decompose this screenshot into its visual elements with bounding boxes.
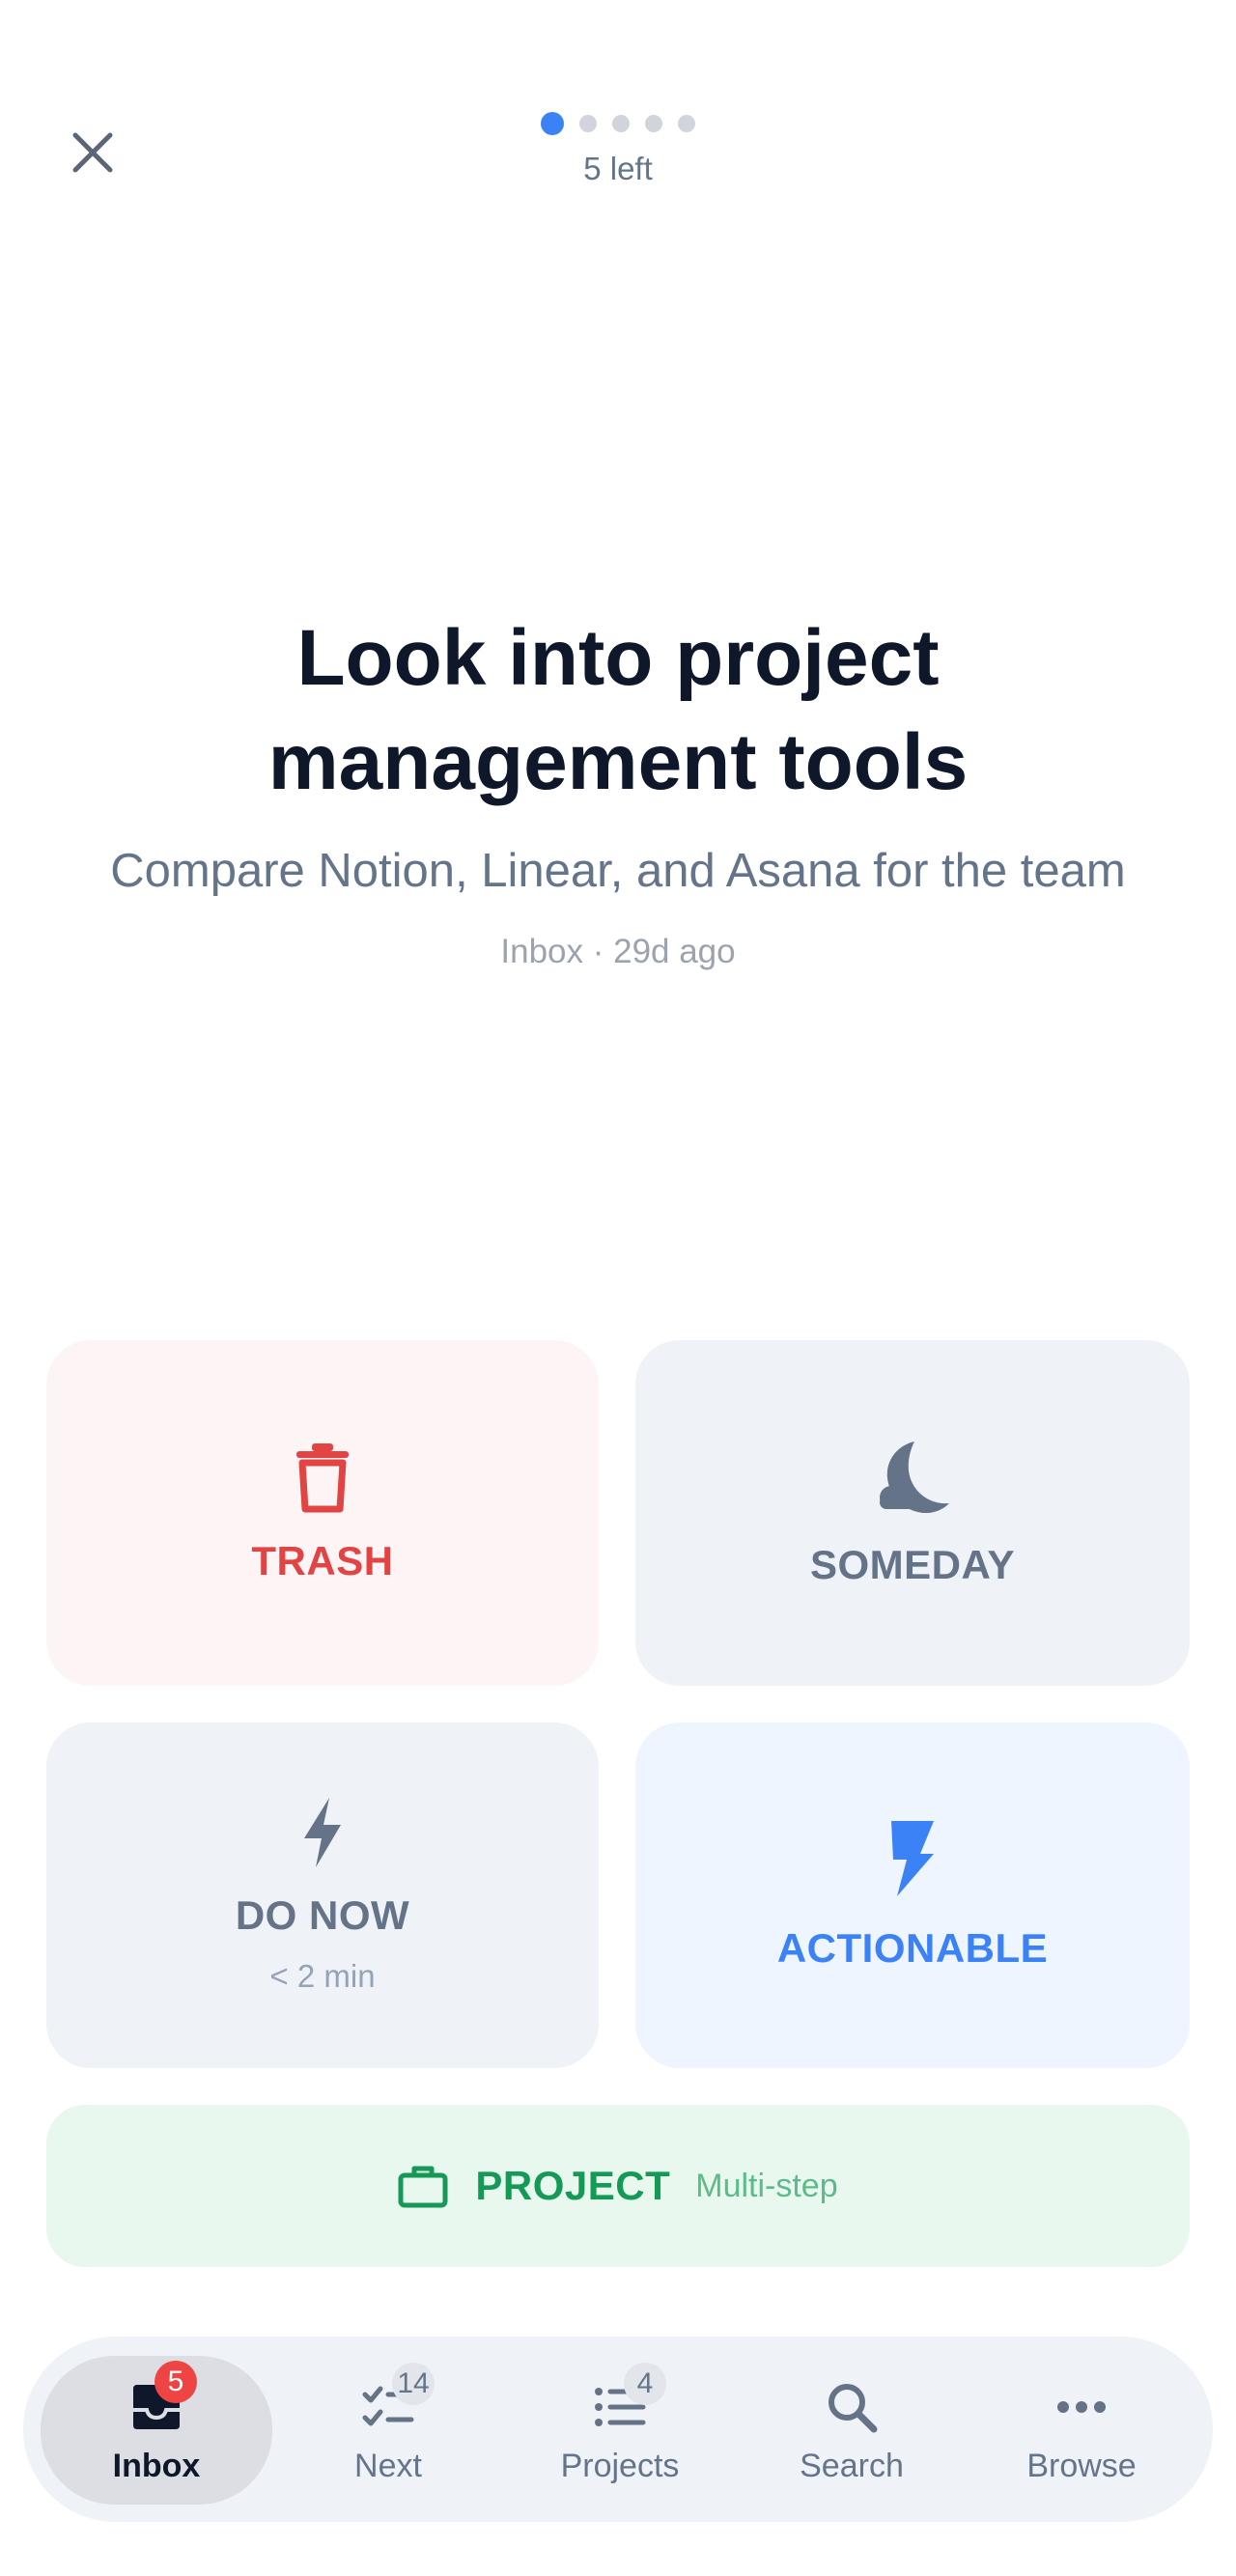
progress-dot-current [541,112,564,135]
moon-cloud-icon [880,1442,949,1513]
bolt-filled-icon [891,1821,934,1896]
next-badge: 14 [392,2362,435,2405]
actionable-label: ACTIONABLE [776,1925,1049,1971]
project-button[interactable]: PROJECT Multi-step [46,2105,1190,2267]
nav-item-inbox[interactable]: 5 Inbox [41,2356,272,2505]
do-now-label: DO NOW [235,1892,410,1938]
nav-item-browse[interactable]: Browse [966,2356,1197,2505]
more-icon [1057,2400,1106,2413]
do-now-button[interactable]: DO NOW < 2 min [46,1722,599,2068]
nav-label-browse: Browse [1026,2447,1137,2484]
nav-item-next[interactable]: 14 Next [272,2356,504,2505]
project-label: PROJECT [475,2163,671,2208]
progress-dot [612,115,630,132]
bolt-icon [304,1798,341,1867]
projects-badge: 4 [624,2362,666,2405]
briefcase-icon [398,2166,448,2208]
someday-button[interactable]: SOMEDAY [635,1340,1190,1686]
do-now-sublabel: < 2 min [269,1958,376,1994]
search-icon [829,2383,878,2432]
item-meta: Inbox · 29d ago [500,933,736,970]
progress-dots [0,112,1236,135]
trash-label: TRASH [251,1538,394,1583]
someday-label: SOMEDAY [809,1542,1015,1587]
nav-item-search[interactable]: Search [736,2356,968,2505]
remaining-count: 5 left [583,151,653,186]
progress-dot [579,115,597,132]
project-sublabel: Multi-step [695,2167,838,2204]
nav-label-search: Search [800,2447,904,2484]
trash-icon [296,1443,349,1513]
nav-item-projects[interactable]: 4 Projects [504,2356,736,2505]
inbox-badge: 5 [154,2360,197,2403]
trash-button[interactable]: TRASH [46,1340,599,1686]
actionable-button[interactable]: ACTIONABLE [635,1722,1190,2068]
item-description: Compare Notion, Linear, and Asana for th… [110,845,1126,897]
nav-label-next: Next [354,2447,422,2484]
item-title: Look into project management tools [267,614,969,806]
progress-dot [678,115,695,132]
progress-dot [645,115,662,132]
nav-label-projects: Projects [560,2447,680,2484]
nav-label-inbox: Inbox [112,2447,201,2484]
